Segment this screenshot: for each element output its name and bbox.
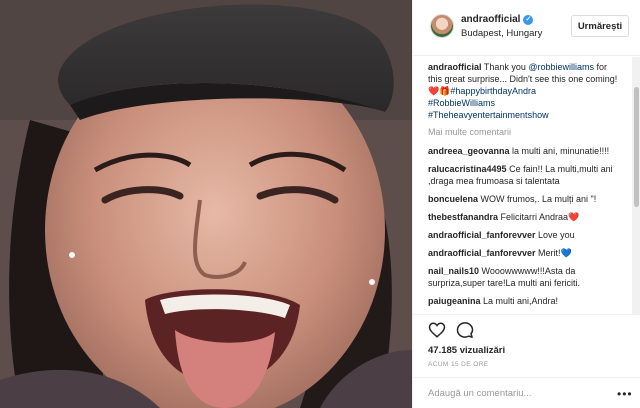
caption-hashtag[interactable]: #Theheavyentertainmentshow xyxy=(428,110,549,120)
post-video[interactable] xyxy=(0,0,412,408)
comment-username[interactable]: andraofficial_fanforevver xyxy=(428,248,536,258)
list-item: ralucacristina4495 Ce fain!! La multi,mu… xyxy=(428,163,619,187)
comment-username[interactable]: andreea_geovanna xyxy=(428,146,510,156)
caption-text-1: Thank you xyxy=(481,62,529,72)
comment-input[interactable] xyxy=(428,384,608,402)
list-item: boncuelena WOW frumos,. La mulți ani "! xyxy=(428,193,619,205)
comments-scrollbar[interactable] xyxy=(632,57,640,314)
instagram-post-modal: andraofficial ✓ Budapest, Hungary Urmăre… xyxy=(0,0,640,408)
caption-hashtag[interactable]: #happybirthdayAndra xyxy=(450,86,536,96)
caption-emoji: ❤️🎁 xyxy=(428,86,451,96)
comment-username[interactable]: boncuelena xyxy=(428,194,478,204)
comment-username[interactable]: nail_nails10 xyxy=(428,266,479,276)
comment-text: WOW frumos,. La mulți ani "! xyxy=(478,194,597,204)
list-item: andraofficial_fanforevver Merit!💙 xyxy=(428,247,619,259)
caption-username[interactable]: andraofficial xyxy=(428,62,482,72)
verified-badge-icon: ✓ xyxy=(523,14,534,25)
location-link[interactable]: Budapest, Hungary xyxy=(461,28,542,39)
views-count: 47.185 vizualizări xyxy=(428,345,506,356)
comment-text: Felicitarri Andraa❤️ xyxy=(498,212,580,222)
list-item: paiugeanina La multi ani,Andra! xyxy=(428,295,619,307)
heart-icon[interactable] xyxy=(428,321,446,339)
post-header: andraofficial ✓ Budapest, Hungary Urmăre… xyxy=(413,0,640,56)
list-item: thebestfanandra Felicitarri Andraa❤️ xyxy=(428,211,619,223)
comment-text: Love you xyxy=(535,230,575,240)
comment-username[interactable]: paiugeanina xyxy=(428,296,481,306)
add-comment-bar: ••• xyxy=(413,377,640,408)
username-row: andraofficial ✓ xyxy=(461,14,534,25)
comment-text: La multi ani,Andra! xyxy=(480,296,559,306)
list-item: andraofficial_fanforevver Love you xyxy=(428,229,619,241)
post-side-panel: andraofficial ✓ Budapest, Hungary Urmăre… xyxy=(412,0,640,408)
scrollbar-thumb[interactable] xyxy=(634,87,639,207)
more-options-icon[interactable]: ••• xyxy=(617,387,633,401)
avatar[interactable] xyxy=(430,14,454,38)
comment-username[interactable]: andraofficial_fanforevver xyxy=(428,230,536,240)
load-more-comments-button[interactable]: Mai multe comentarii xyxy=(428,127,619,137)
list-item: andreea_geovanna la multi ani, minunatie… xyxy=(428,145,619,157)
caption-hashtag[interactable]: #RobbieWilliams xyxy=(428,98,495,108)
username-link[interactable]: andraofficial xyxy=(461,14,520,25)
comment-icon[interactable] xyxy=(456,321,474,339)
comment-text: la multi ani, minunatie!!!! xyxy=(509,146,610,156)
comments-list: andraofficial Thank you @robbiewilliams … xyxy=(413,56,629,314)
comment-username[interactable]: thebestfanandra xyxy=(428,212,498,222)
video-frame-illustration xyxy=(0,0,412,408)
caption-mention[interactable]: @robbiewilliams xyxy=(528,62,594,72)
following-button[interactable]: Urmărești xyxy=(571,15,629,37)
comment-text: Merit!💙 xyxy=(535,248,572,258)
post-timestamp[interactable]: ACUM 15 DE ORE xyxy=(428,361,489,368)
post-caption: andraofficial Thank you @robbiewilliams … xyxy=(428,61,619,121)
comment-username[interactable]: ralucacristina4495 xyxy=(428,164,507,174)
list-item: nail_nails10 Wooowwwww!!!Asta da surpriz… xyxy=(428,265,619,289)
post-actions: 47.185 vizualizări ACUM 15 DE ORE ••• xyxy=(413,314,640,408)
